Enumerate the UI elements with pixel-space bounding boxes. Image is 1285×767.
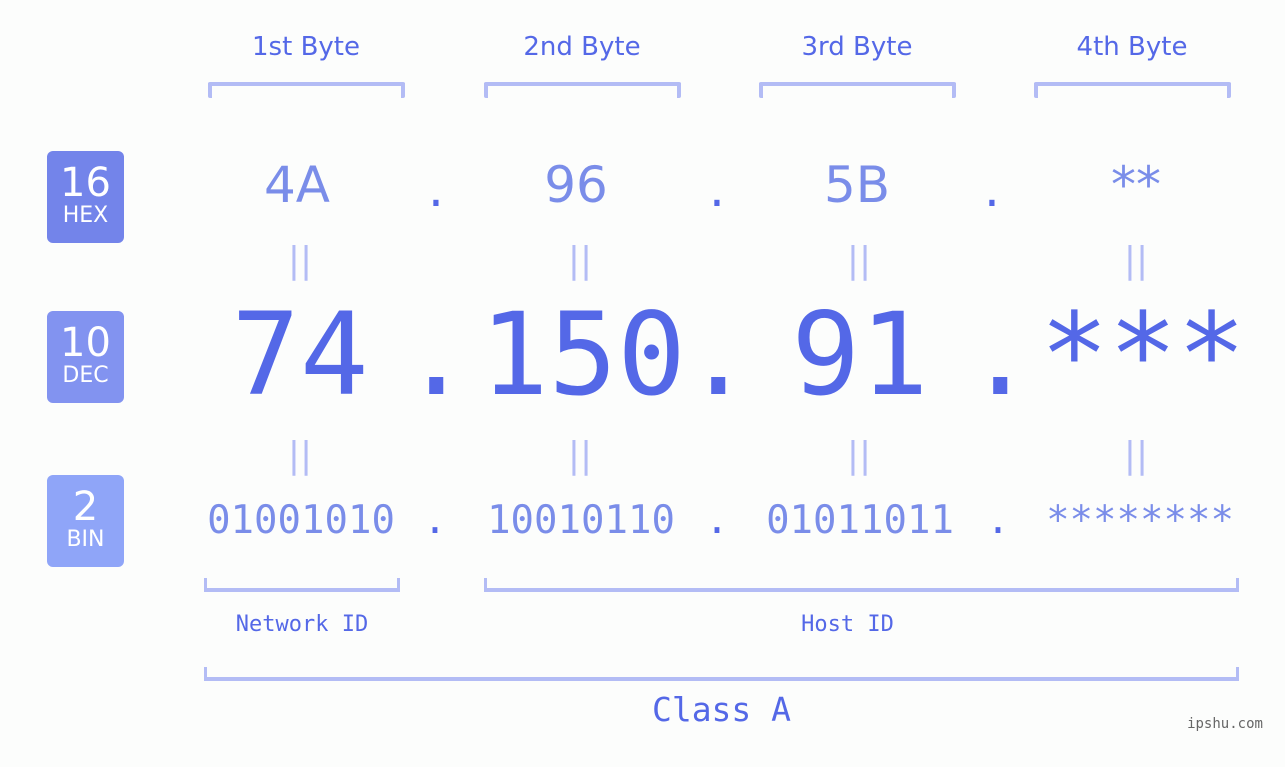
- equals-icon: ||: [846, 435, 872, 476]
- byte-bracket-3: [759, 82, 956, 98]
- dec-badge-label: DEC: [62, 363, 109, 388]
- dec-value-2: 150: [480, 288, 686, 421]
- dec-separator-1: .: [402, 288, 471, 421]
- hex-separator-1: .: [428, 160, 444, 218]
- byte-bracket-4: [1034, 82, 1231, 98]
- byte-header-3: 3rd Byte: [801, 32, 913, 62]
- bin-badge-label: BIN: [66, 527, 105, 552]
- equals-icon: ||: [567, 435, 593, 476]
- equals-icon: ||: [1123, 240, 1149, 281]
- bin-separator-3: .: [986, 498, 1010, 543]
- bin-badge-number: 2: [72, 484, 99, 530]
- hex-badge: 16 HEX: [47, 151, 124, 243]
- hex-badge-number: 16: [60, 160, 111, 206]
- hex-separator-2: .: [709, 160, 725, 218]
- equals-icon: ||: [567, 240, 593, 281]
- byte-bracket-2: [484, 82, 681, 98]
- dec-value-4: ***: [1040, 288, 1246, 421]
- bin-value-3: 01011011: [766, 498, 954, 543]
- class-bracket: [204, 667, 1239, 681]
- equals-icon: ||: [1123, 435, 1149, 476]
- hex-value-1: 4A: [263, 156, 330, 214]
- bin-separator-2: .: [705, 498, 729, 543]
- hex-separator-3: .: [984, 160, 1000, 218]
- hex-badge-label: HEX: [62, 203, 109, 228]
- host-id-label: Host ID: [801, 612, 894, 637]
- bin-separator-1: .: [423, 498, 447, 543]
- dec-badge: 10 DEC: [47, 311, 124, 403]
- byte-bracket-1: [208, 82, 405, 98]
- network-id-label: Network ID: [235, 612, 369, 637]
- equals-icon: ||: [287, 240, 313, 281]
- watermark: ipshu.com: [1187, 716, 1263, 732]
- byte-header-2: 2nd Byte: [523, 32, 641, 62]
- class-label: Class A: [651, 690, 792, 729]
- byte-header-4: 4th Byte: [1076, 32, 1188, 62]
- bin-value-1: 01001010: [207, 498, 395, 543]
- bin-value-2: 10010110: [487, 498, 675, 543]
- hex-value-2: 96: [544, 156, 608, 214]
- hex-value-3: 5B: [823, 156, 891, 214]
- bin-badge: 2 BIN: [47, 475, 124, 567]
- equals-icon: ||: [287, 435, 313, 476]
- equals-icon: ||: [846, 240, 872, 281]
- dec-value-1: 74: [231, 288, 369, 421]
- dec-separator-3: .: [966, 288, 1035, 421]
- dec-value-3: 91: [791, 288, 929, 421]
- byte-header-1: 1st Byte: [252, 32, 360, 62]
- host-id-bracket: [484, 578, 1239, 592]
- bin-value-4: ********: [1046, 498, 1234, 543]
- network-id-bracket: [204, 578, 400, 592]
- hex-value-4: **: [1111, 156, 1161, 214]
- dec-badge-number: 10: [60, 320, 111, 366]
- dec-separator-2: .: [684, 288, 753, 421]
